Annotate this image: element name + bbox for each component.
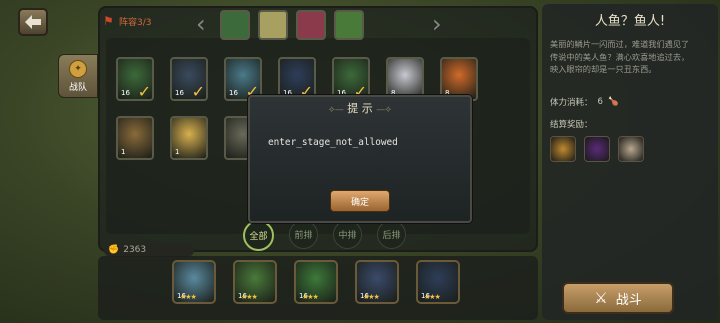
hero-card[interactable]: 16 ✓ [116, 57, 154, 101]
reward-item-icon[interactable] [618, 136, 644, 162]
stage-title: 人鱼？鱼人! [594, 14, 666, 29]
hero-card[interactable]: 16 ★★★ [233, 260, 277, 304]
dialog-title-row: ⟡— 提 示 —⟡ [248, 100, 472, 116]
meat-icon: 🍗 [607, 97, 619, 107]
hero-row-2: 11 [116, 116, 262, 160]
dialog-title: 提 示 [347, 102, 373, 115]
reward-item-icon[interactable] [584, 136, 610, 162]
selected-team: 16 ★★★ 16 ★★★ 16 ★★★ 16 ★★★ 16 ★★★ [172, 260, 460, 304]
ornament-right-icon: —⟡ [376, 105, 392, 115]
crossed-swords-icon: ⚔ [594, 289, 608, 307]
stamina-label: 体力消耗： [550, 98, 593, 108]
star-rating-icon: ★★★ [241, 293, 258, 301]
fist-icon: ✊ [108, 245, 120, 255]
hero-card[interactable]: 16 ★★★ [172, 260, 216, 304]
hero-card[interactable]: 16 ★★★ [416, 260, 460, 304]
fight-label: 战斗 [615, 292, 642, 308]
stamina-cost: 体力消耗： 6 🍗 [550, 96, 619, 108]
hero-card[interactable]: 16 ★★★ [355, 260, 399, 304]
star-rating-icon: ★★★ [424, 293, 441, 301]
check-icon: ✓ [191, 82, 205, 101]
confirm-button[interactable]: 确定 [330, 190, 390, 212]
stage-description: 美丽的鳞片一闪而过，难道我们遇见了传说中的美人鱼？满心欢喜地追过去，映入眼帘的却… [550, 39, 690, 74]
formation-label: 阵容3/3 [119, 17, 152, 28]
hero-level: 16 [121, 89, 130, 97]
hero-card[interactable]: 16 ★★★ [294, 260, 338, 304]
stamina-value: 6 [597, 97, 603, 107]
formation-slots [220, 10, 364, 40]
formation-hero-slot[interactable] [296, 10, 326, 40]
star-rating-icon: ★★★ [302, 293, 319, 301]
team-icon: ✦ [69, 59, 87, 78]
team-power: ✊ 2363 [104, 243, 194, 257]
fight-button[interactable]: ⚔ 战斗 [562, 282, 674, 314]
hero-level: 1 [121, 148, 126, 156]
hero-level: 1 [175, 148, 180, 156]
back-button[interactable] [18, 8, 48, 36]
chevron-right-icon[interactable]: › [432, 12, 442, 36]
filter-position[interactable]: 前排 [289, 220, 318, 249]
dialog-message: enter_stage_not_allowed [268, 137, 398, 148]
confirm-label: 确定 [350, 197, 369, 208]
formation-hero-slot[interactable] [220, 10, 250, 40]
star-rating-icon: ★★★ [180, 293, 197, 301]
flag-icon: ⚑ [103, 14, 114, 28]
arrow-left-icon [25, 15, 41, 29]
reward-label: 结算奖励： [550, 120, 593, 130]
team-tab-label: 战队 [68, 82, 87, 93]
formation-hero-slot[interactable] [258, 10, 288, 40]
star-rating-icon: ★★★ [363, 293, 380, 301]
hero-card[interactable]: 1 [170, 116, 208, 160]
formation-hero-slot[interactable] [334, 10, 364, 40]
hero-level: 16 [175, 89, 184, 97]
team-tab[interactable]: ✦ 战队 [58, 54, 98, 98]
hero-card[interactable]: 1 [116, 116, 154, 160]
position-filters: 全部 前排 中排 后排 [243, 220, 406, 251]
formation-indicator: ⚑ 阵容3/3 [103, 12, 152, 30]
reward-items [550, 136, 644, 162]
filter-position[interactable]: 后排 [377, 220, 406, 249]
ornament-left-icon: ⟡— [328, 105, 344, 115]
filter-position[interactable]: 中排 [333, 220, 362, 249]
chevron-left-icon[interactable]: ‹ [196, 12, 206, 36]
power-value: 2363 [123, 245, 147, 255]
hero-level: 16 [229, 89, 238, 97]
check-icon: ✓ [137, 82, 151, 101]
reward-item-icon[interactable] [550, 136, 576, 162]
filter-all[interactable]: 全部 [243, 220, 274, 251]
hero-card[interactable]: 16 ✓ [170, 57, 208, 101]
